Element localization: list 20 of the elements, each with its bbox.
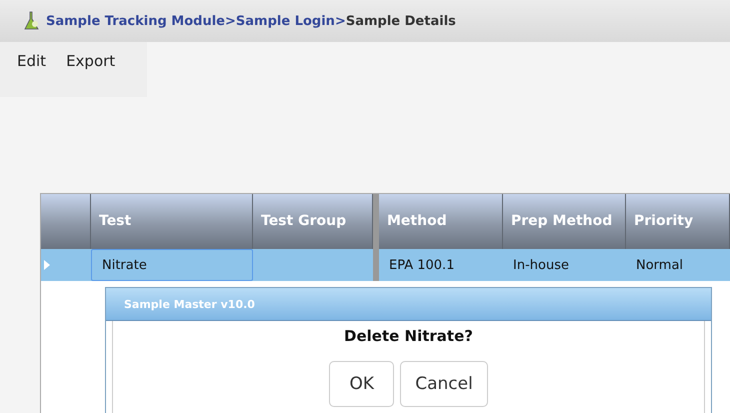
breadcrumb-link[interactable]: Sample Login (236, 14, 335, 28)
table-cell: Nitrate (102, 258, 147, 272)
row-indicator-icon (44, 260, 50, 270)
breadcrumb-current: Sample Details (346, 14, 456, 28)
column-splitter[interactable] (373, 194, 379, 249)
dialog-title: Sample Master v10.0 (106, 288, 711, 321)
dialog-message: Delete Nitrate? (343, 326, 474, 345)
menu-item[interactable]: Export (66, 52, 116, 72)
table-cell: Normal (636, 258, 684, 272)
table-cell: EPA 100.1 (389, 258, 454, 272)
breadcrumb-separator: > (334, 14, 346, 28)
breadcrumb-separator: > (225, 14, 236, 28)
menu-item[interactable]: Edit (17, 52, 46, 72)
column-splitter[interactable] (373, 249, 379, 281)
table-cell: In-house (513, 258, 569, 272)
ok-button[interactable]: OK (329, 361, 394, 407)
breadcrumb-link[interactable]: Sample Tracking Module (46, 14, 226, 28)
header-cell (41, 194, 91, 249)
cancel-button[interactable]: Cancel (400, 361, 488, 407)
table-row[interactable]: Nitrate EPA 100.1 In-house Normal (41, 249, 730, 281)
